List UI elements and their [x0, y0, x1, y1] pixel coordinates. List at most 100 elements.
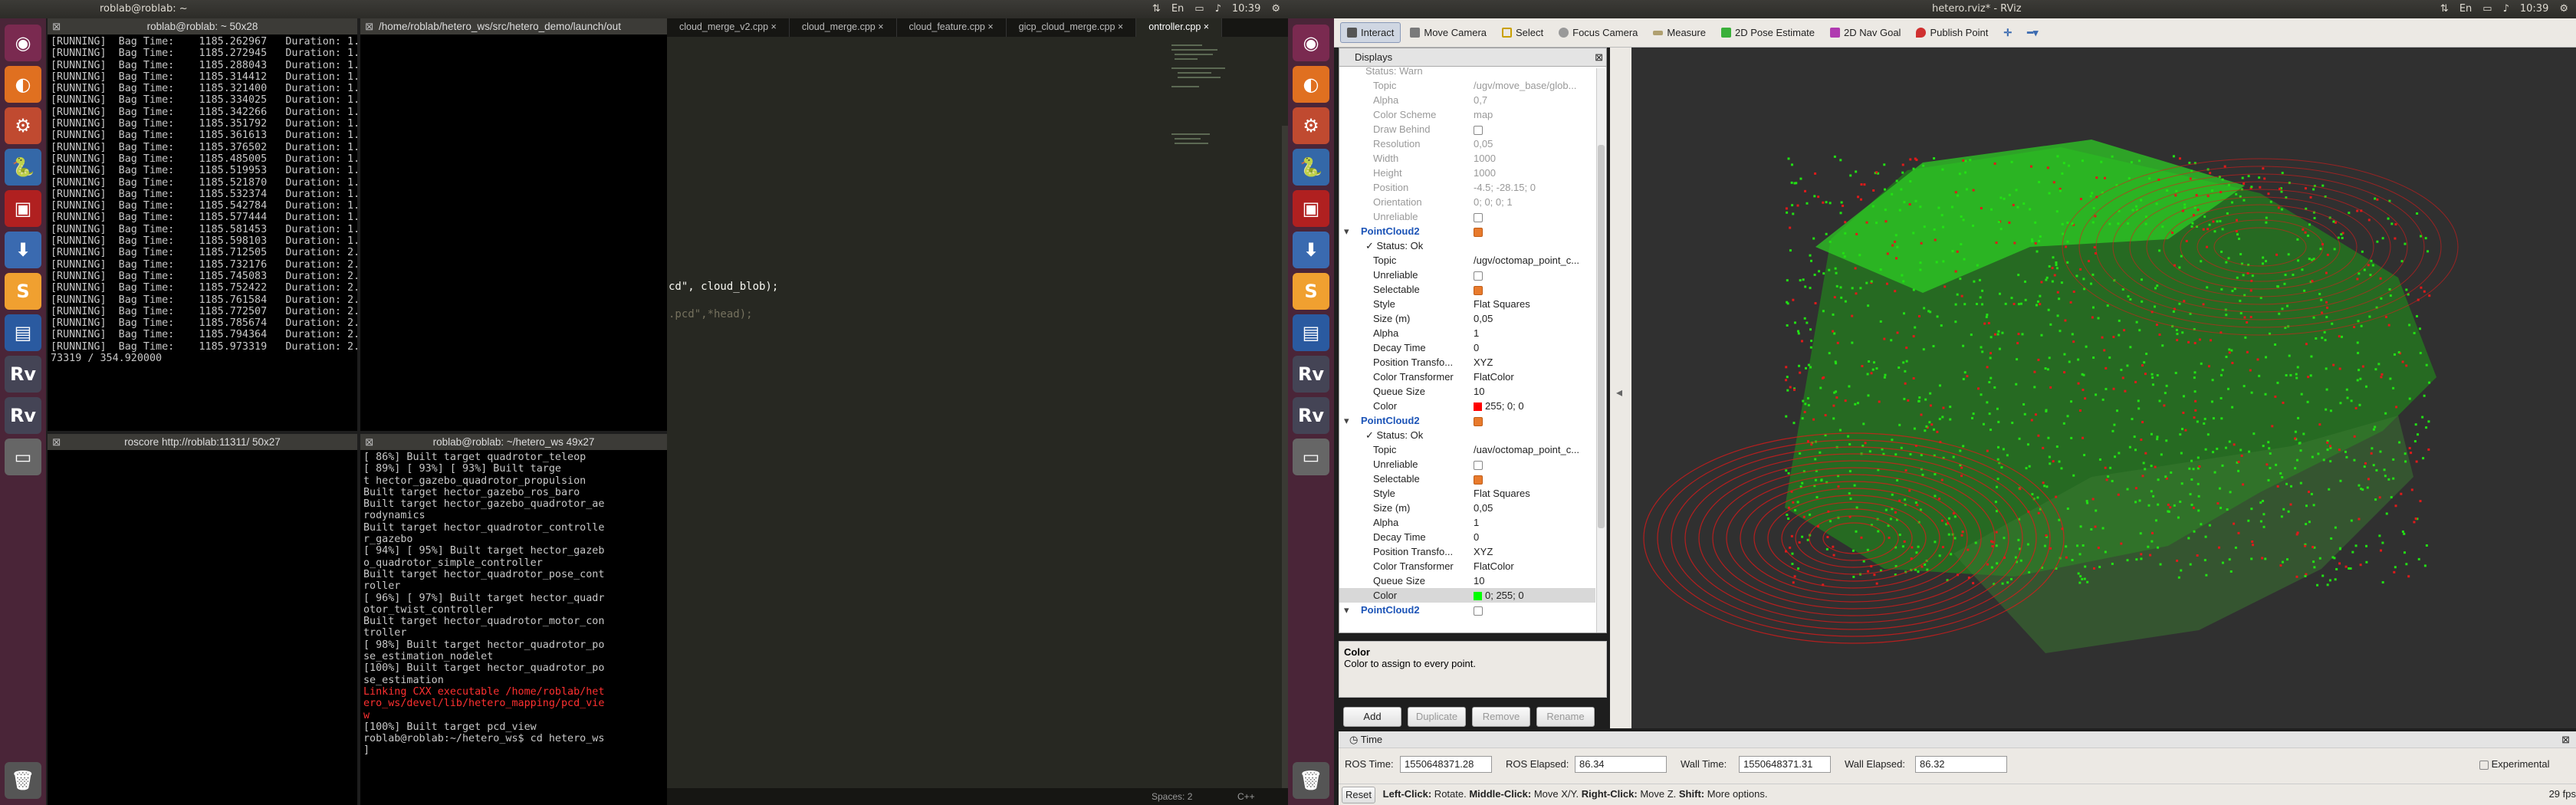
property-value[interactable]: 0; 255; 0: [1474, 588, 1595, 603]
property-value[interactable]: [1474, 224, 1595, 238]
terminal-launch[interactable]: ⊠/home/roblab/hetero_ws/src/hetero_demo/…: [360, 18, 667, 431]
close-icon[interactable]: ⊠: [1595, 48, 1603, 67]
3d-view[interactable]: [1631, 48, 2576, 728]
rviz-icon[interactable]: Rv: [5, 356, 41, 393]
expand-arrow-icon[interactable]: ▾: [1344, 603, 1349, 616]
property-row[interactable]: Color 0; 255; 0: [1339, 588, 1595, 603]
terminator-icon[interactable]: ▣: [5, 190, 41, 227]
terminal-roscore[interactable]: ⊠ roscore http://roblab:11311/ 50x27: [48, 434, 357, 805]
ros-elapsed-field[interactable]: 86.34: [1575, 756, 1667, 773]
property-value[interactable]: FlatColor: [1474, 559, 1595, 573]
property-value[interactable]: FlatColor: [1474, 370, 1595, 384]
property-row[interactable]: Alpha 1: [1339, 326, 1595, 340]
property-row[interactable]: Queue Size 10: [1339, 573, 1595, 588]
rviz-icon[interactable]: Rv: [1293, 356, 1329, 393]
property-value[interactable]: 1: [1474, 515, 1595, 530]
select-tool[interactable]: Select: [1496, 23, 1549, 42]
property-value[interactable]: 0,7: [1474, 93, 1595, 107]
property-value[interactable]: 255; 0; 0: [1474, 399, 1595, 413]
checkbox[interactable]: [1474, 212, 1483, 222]
splitter[interactable]: ◂: [1610, 48, 1631, 728]
close-icon[interactable]: ⊠: [52, 18, 61, 34]
property-row[interactable]: Topic/ugv/move_base/glob...: [1339, 78, 1595, 93]
drive-icon[interactable]: ▭: [5, 439, 41, 475]
display-group-row[interactable]: ▾ PointCloud2: [1339, 413, 1595, 428]
settings-gear-icon[interactable]: ⚙: [1271, 3, 1280, 15]
property-value[interactable]: XYZ: [1474, 355, 1595, 370]
property-value[interactable]: [1474, 268, 1595, 282]
property-value[interactable]: 0: [1474, 340, 1595, 355]
experimental-checkbox[interactable]: Experimental: [2479, 758, 2550, 770]
editor-tab[interactable]: gicp_cloud_merge.cpp ×: [1007, 18, 1137, 37]
python-icon[interactable]: 🐍: [5, 149, 41, 186]
property-value[interactable]: [1474, 209, 1595, 224]
checkbox[interactable]: [1474, 227, 1483, 237]
property-row[interactable]: Position Transfo... XYZ: [1339, 355, 1595, 370]
display-group-row[interactable]: ▾ PointCloud2: [1339, 224, 1595, 238]
property-row[interactable]: Selectable: [1339, 472, 1595, 486]
property-value[interactable]: [1474, 282, 1595, 297]
property-row[interactable]: Queue Size 10: [1339, 384, 1595, 399]
code-line[interactable]: cd", cloud_blob);: [669, 281, 778, 293]
property-value[interactable]: 0,05: [1474, 311, 1595, 326]
software-updater-icon[interactable]: ⬇: [1293, 232, 1329, 268]
minimap[interactable]: [1168, 41, 1283, 195]
terminal-rosbag[interactable]: ⊠ roblab@roblab: ~ 50x28 [RUNNING] Bag Ti…: [48, 18, 357, 431]
property-value[interactable]: 0,05: [1474, 501, 1595, 515]
terminator-icon[interactable]: ▣: [1293, 190, 1329, 227]
property-row[interactable]: Topic/ugv/octomap_point_c...: [1339, 253, 1595, 268]
point-cloud-render[interactable]: [1631, 48, 2576, 728]
system-settings-icon[interactable]: ⚙: [5, 107, 41, 144]
interact-tool[interactable]: Interact: [1340, 22, 1401, 43]
measure-tool[interactable]: Measure: [1647, 23, 1712, 42]
checkbox[interactable]: [1474, 475, 1483, 485]
property-value[interactable]: 0: [1474, 530, 1595, 544]
move-camera-tool[interactable]: Move Camera: [1404, 23, 1493, 42]
network-icon[interactable]: ⇅: [2440, 3, 2449, 15]
add-tool-button[interactable]: ✛: [1997, 23, 2018, 43]
checkbox[interactable]: [1474, 416, 1483, 426]
firefox-icon[interactable]: ◐: [1293, 66, 1329, 103]
property-value[interactable]: Flat Squares: [1474, 297, 1595, 311]
property-row[interactable]: Decay Time 0: [1339, 530, 1595, 544]
property-row[interactable]: Size (m) 0,05: [1339, 311, 1595, 326]
drive-icon[interactable]: ▭: [1293, 439, 1329, 475]
dash-icon[interactable]: ◉: [5, 25, 41, 61]
software-updater-icon[interactable]: ⬇: [5, 232, 41, 268]
document-viewer-icon[interactable]: ▤: [1293, 314, 1329, 351]
property-row[interactable]: Position -4.5; -28.15; 0: [1339, 180, 1595, 195]
rviz-icon-2[interactable]: Rv: [5, 397, 41, 434]
checkbox[interactable]: [1474, 285, 1483, 295]
property-row[interactable]: Alpha 1: [1339, 515, 1595, 530]
code-line[interactable]: .pcd",*head);: [669, 308, 753, 320]
property-value[interactable]: /ugv/octomap_point_c...: [1474, 253, 1595, 268]
property-row[interactable]: Height 1000: [1339, 166, 1595, 180]
expand-arrow-icon[interactable]: ▾: [1344, 413, 1349, 428]
terminal-build[interactable]: ⊠ roblab@roblab: ~/hetero_ws 49x27 [ 86%]…: [360, 434, 667, 805]
add-button[interactable]: Add: [1343, 707, 1401, 727]
property-row[interactable]: Color Scheme map: [1339, 107, 1595, 122]
sublime-editor[interactable]: cloud_merge_v2.cpp × cloud_merge.cpp × clo…: [667, 18, 1288, 805]
property-row[interactable]: Decay Time 0: [1339, 340, 1595, 355]
nav-goal-tool[interactable]: 2D Nav Goal: [1824, 23, 1907, 42]
property-row[interactable]: Alpha 0,7: [1339, 93, 1595, 107]
property-row[interactable]: Selectable: [1339, 282, 1595, 297]
property-value[interactable]: 1000: [1474, 151, 1595, 166]
system-settings-icon[interactable]: ⚙: [1293, 107, 1329, 144]
remove-tool-button[interactable]: ━▾: [2021, 23, 2044, 43]
keyboard-icon[interactable]: En: [2459, 3, 2472, 15]
wall-elapsed-field[interactable]: 86.32: [1915, 756, 2007, 773]
editor-tab[interactable]: cloud_merge.cpp ×: [790, 18, 897, 37]
property-row[interactable]: Status: Warn: [1339, 67, 1595, 78]
editor-tab[interactable]: cloud_merge_v2.cpp ×: [667, 18, 790, 37]
settings-gear-icon[interactable]: ⚙: [2559, 3, 2568, 15]
sublime-text-icon[interactable]: S: [5, 273, 41, 310]
color-swatch[interactable]: [1474, 402, 1482, 412]
checkbox[interactable]: [1474, 125, 1483, 135]
property-value[interactable]: 0; 0; 0; 1: [1474, 195, 1595, 209]
editor-scrollbar[interactable]: [1282, 126, 1288, 805]
network-icon[interactable]: ⇅: [1152, 3, 1161, 15]
property-row[interactable]: Draw Behind: [1339, 122, 1595, 136]
property-value[interactable]: 10: [1474, 384, 1595, 399]
firefox-icon[interactable]: ◐: [5, 66, 41, 103]
